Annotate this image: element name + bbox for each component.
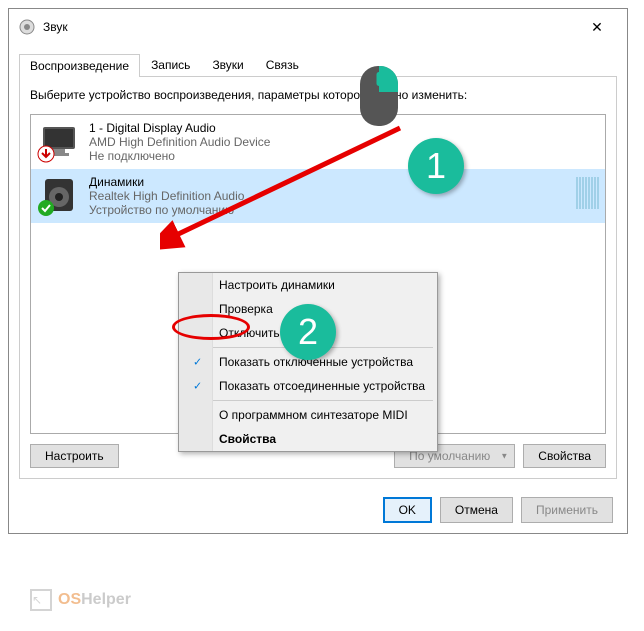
dialog-buttons: OK Отмена Применить (9, 487, 627, 533)
window-title: Звук (43, 20, 577, 34)
device-status: Не подключено (89, 149, 270, 163)
watermark: ↖ OS Helper (30, 589, 131, 611)
tab-communications[interactable]: Связь (255, 53, 310, 76)
cancel-button[interactable]: Отмена (440, 497, 513, 523)
sound-icon (19, 19, 35, 35)
watermark-text: Helper (81, 591, 131, 609)
titlebar: Звук ✕ (9, 9, 627, 45)
chevron-down-icon: ▼ (500, 451, 508, 460)
down-arrow-badge-icon (37, 145, 55, 163)
tab-sounds[interactable]: Звуки (201, 53, 254, 76)
device-desc: Realtek High Definition Audio (89, 189, 244, 203)
device-item[interactable]: 1 - Digital Display Audio AMD High Defin… (31, 115, 605, 169)
properties-button[interactable]: Свойства (523, 444, 606, 468)
menu-about-midi[interactable]: О программном синтезаторе MIDI (179, 403, 437, 427)
check-icon: ✓ (193, 380, 202, 393)
tab-strip: Воспроизведение Запись Звуки Связь (19, 53, 617, 77)
sound-dialog: Звук ✕ Воспроизведение Запись Звуки Связ… (8, 8, 628, 534)
context-menu: Настроить динамики Проверка Отключить ✓ … (178, 272, 438, 452)
tab-recording[interactable]: Запись (140, 53, 201, 76)
menu-separator (183, 400, 433, 401)
tab-playback[interactable]: Воспроизведение (19, 54, 140, 77)
menu-show-disconnected[interactable]: ✓ Показать отсоединенные устройства (179, 374, 437, 398)
ok-button[interactable]: OK (383, 497, 432, 523)
close-button[interactable]: ✕ (577, 15, 617, 39)
device-item[interactable]: Динамики Realtek High Definition Audio У… (31, 169, 605, 223)
menu-configure[interactable]: Настроить динамики (179, 273, 437, 297)
cursor-icon: ↖ (30, 589, 52, 611)
mouse-annotation-icon (360, 66, 398, 126)
instruction-text: Выберите устройство воспроизведения, пар… (30, 87, 606, 104)
annotation-badge-1: 1 (408, 138, 464, 194)
apply-button[interactable]: Применить (521, 497, 613, 523)
annotation-badge-2: 2 (280, 304, 336, 360)
device-icon-wrap (39, 121, 79, 161)
device-name: 1 - Digital Display Audio (89, 121, 270, 135)
device-status: Устройство по умолчанию (89, 203, 244, 217)
configure-button[interactable]: Настроить (30, 444, 119, 468)
device-info: 1 - Digital Display Audio AMD High Defin… (89, 121, 270, 163)
check-badge-icon (37, 199, 55, 217)
watermark-text: OS (58, 591, 81, 609)
device-info: Динамики Realtek High Definition Audio У… (89, 175, 244, 217)
device-desc: AMD High Definition Audio Device (89, 135, 270, 149)
menu-properties[interactable]: Свойства (179, 427, 437, 451)
device-name: Динамики (89, 175, 244, 189)
check-icon: ✓ (193, 356, 202, 369)
device-icon-wrap (39, 175, 79, 215)
level-meter (576, 177, 599, 209)
